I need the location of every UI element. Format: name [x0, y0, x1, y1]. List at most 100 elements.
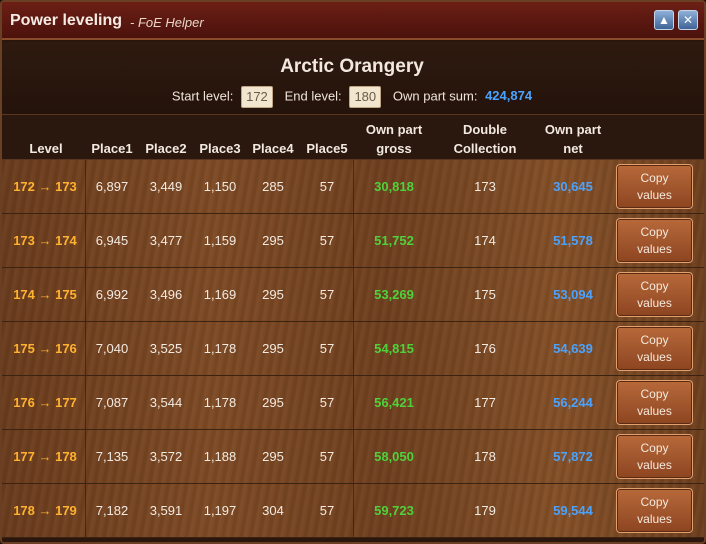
cell-own-part-net: 53,094 — [553, 287, 593, 302]
col-own-part-gross: Own part gross — [354, 120, 434, 158]
cell-level: 173 → 174 — [13, 233, 77, 248]
cell-place3: 1,159 — [203, 233, 237, 248]
minimize-button[interactable]: ▲ — [654, 10, 674, 30]
cell-place4: 285 — [262, 179, 284, 194]
window-title: Power leveling — [10, 12, 123, 29]
cell-own-part-gross: 30,818 — [374, 179, 414, 194]
cell-own-part-gross: 56,421 — [374, 395, 414, 410]
cell-place4: 295 — [262, 449, 284, 464]
cell-place4: 295 — [262, 233, 284, 248]
cell-place1: 6,992 — [95, 287, 129, 302]
cell-own-part-net: 30,645 — [553, 179, 593, 194]
copy-values-button[interactable]: Copy values — [616, 434, 693, 479]
cell-own-part-gross: 53,269 — [374, 287, 414, 302]
cell-place5: 57 — [319, 179, 335, 194]
cell-own-part-gross: 54,815 — [374, 341, 414, 356]
cell-place3: 1,197 — [203, 503, 237, 518]
cell-place2: 3,525 — [149, 341, 183, 356]
cell-own-part-gross: 58,050 — [374, 449, 414, 464]
col-gross-line2: gross — [376, 141, 412, 156]
col-net-line2: net — [563, 141, 583, 156]
copy-button-label-line1: Copy — [640, 333, 669, 347]
building-info: Arctic Orangery Start level: 172 End lev… — [2, 42, 704, 114]
copy-button-label-line2: values — [637, 296, 672, 310]
copy-values-button[interactable]: Copy values — [616, 326, 693, 371]
cell-place3: 1,169 — [203, 287, 237, 302]
end-level-input[interactable]: 180 — [349, 86, 382, 108]
cell-place3: 1,178 — [203, 341, 237, 356]
copy-values-button[interactable]: Copy values — [616, 488, 693, 533]
copy-values-button[interactable]: Copy values — [616, 164, 693, 209]
cell-own-part-net: 51,578 — [553, 233, 593, 248]
end-level-label: End level: — [284, 88, 342, 104]
cell-level: 177 → 178 — [13, 449, 77, 464]
own-part-sum-value: 424,874 — [485, 88, 533, 104]
cell-place2: 3,449 — [149, 179, 183, 194]
cell-double-collection: 178 — [474, 449, 496, 464]
cell-level: 174 → 175 — [13, 287, 77, 302]
cell-place3: 1,188 — [203, 449, 237, 464]
cell-place1: 7,087 — [95, 395, 129, 410]
close-button[interactable]: ✕ — [678, 10, 698, 30]
col-place3: Place3 — [199, 141, 241, 156]
copy-values-button[interactable]: Copy values — [616, 218, 693, 263]
cell-place2: 3,572 — [149, 449, 183, 464]
cell-place2: 3,591 — [149, 503, 183, 518]
copy-button-label-line1: Copy — [640, 495, 669, 509]
power-leveling-window: Power leveling - FoE Helper ▲ ✕ Arctic O… — [0, 0, 706, 544]
cell-place1: 6,945 — [95, 233, 129, 248]
cell-place1: 7,040 — [95, 341, 129, 356]
cell-level: 175 → 176 — [13, 341, 77, 356]
cell-place5: 57 — [319, 287, 335, 302]
cell-place3: 1,178 — [203, 395, 237, 410]
col-own-part-net: Own part net — [532, 120, 614, 158]
cell-own-part-gross: 59,723 — [374, 503, 414, 518]
table-header: Level Place1 Place2 Place3 Place4 Place5… — [2, 114, 704, 160]
table-row: 172 → 173 6,897 3,449 1,150 285 57 30,818 173 30… — [2, 160, 704, 214]
cell-place3: 1,150 — [203, 179, 237, 194]
copy-button-label-line1: Copy — [640, 441, 669, 455]
cell-double-collection: 173 — [474, 179, 496, 194]
cell-place1: 7,182 — [95, 503, 129, 518]
title-bar[interactable]: Power leveling - FoE Helper ▲ ✕ — [2, 2, 704, 40]
cell-place2: 3,496 — [149, 287, 183, 302]
cell-double-collection: 179 — [474, 503, 496, 518]
copy-button-label-line1: Copy — [640, 171, 669, 185]
col-double-line1: Double — [462, 122, 508, 137]
cell-place1: 7,135 — [95, 449, 129, 464]
copy-button-label-line1: Copy — [640, 225, 669, 239]
cell-place5: 57 — [319, 233, 335, 248]
minimize-icon: ▲ — [658, 13, 670, 27]
col-place2: Place2 — [145, 141, 187, 156]
table-row: 175 → 176 7,040 3,525 1,178 295 57 54,815 176 54… — [2, 322, 704, 376]
window-subtitle: - FoE Helper — [130, 15, 204, 30]
cell-own-part-net: 59,544 — [553, 503, 593, 518]
close-icon: ✕ — [682, 13, 694, 27]
copy-values-button[interactable]: Copy values — [616, 272, 693, 317]
cell-own-part-gross: 51,752 — [374, 233, 414, 248]
copy-button-label-line2: values — [637, 404, 672, 418]
own-part-sum-label: Own part sum: — [392, 88, 478, 104]
copy-button-label-line2: values — [637, 458, 672, 472]
cell-place2: 3,544 — [149, 395, 183, 410]
building-name: Arctic Orangery — [280, 56, 424, 77]
cell-place4: 295 — [262, 395, 284, 410]
cell-place5: 57 — [319, 395, 335, 410]
cell-place5: 57 — [319, 341, 335, 356]
col-double-line2: Collection — [453, 141, 517, 156]
start-level-label: Start level: — [171, 88, 234, 104]
cell-level: 176 → 177 — [13, 395, 77, 410]
cell-own-part-net: 56,244 — [553, 395, 593, 410]
copy-values-button[interactable]: Copy values — [616, 380, 693, 425]
cell-double-collection: 177 — [474, 395, 496, 410]
table-row: 173 → 174 6,945 3,477 1,159 295 57 51,752 174 51… — [2, 214, 704, 268]
col-gross-line1: Own part — [365, 122, 423, 137]
col-net-line1: Own part — [544, 122, 602, 137]
col-place1: Place1 — [91, 141, 133, 156]
copy-button-label-line1: Copy — [640, 279, 669, 293]
start-level-input[interactable]: 172 — [240, 86, 273, 108]
cell-place1: 6,897 — [95, 179, 129, 194]
table-row: 178 → 179 7,182 3,591 1,197 304 57 59,723 179 59… — [2, 484, 704, 538]
table-row: 176 → 177 7,087 3,544 1,178 295 57 56,421 177 56… — [2, 376, 704, 430]
cell-place5: 57 — [319, 449, 335, 464]
